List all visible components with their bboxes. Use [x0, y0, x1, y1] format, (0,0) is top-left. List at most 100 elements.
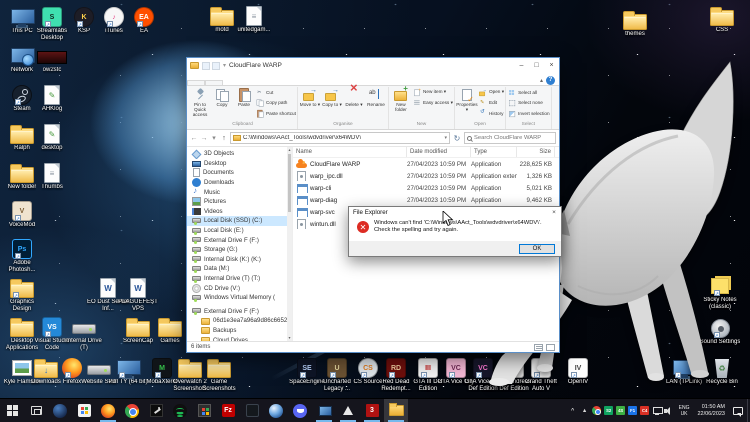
nav-videos[interactable]: Videos	[187, 207, 287, 217]
nav-local-disk-c[interactable]: Local Disk (SSD) (C:)	[187, 216, 287, 226]
ribbon-small-button[interactable]: Cut	[256, 87, 296, 98]
maximize-button[interactable]: □	[529, 58, 544, 73]
icon-graphics-design[interactable]: ↗ Graphics Design	[0, 274, 44, 312]
icon-photoshop[interactable]: Ps ↗ Adobe Photosh...	[0, 235, 44, 273]
column-header-name[interactable]: Name	[293, 147, 407, 157]
quick-access-toolbar-button-1[interactable]	[202, 62, 210, 70]
search-input[interactable]	[474, 135, 553, 141]
quick-access-dropdown-icon[interactable]: ▾	[223, 62, 226, 69]
nav-local-disk-e[interactable]: Local Disk (E:)	[187, 226, 287, 236]
tray-volume[interactable]	[663, 406, 675, 415]
ribbon-small-button[interactable]: History	[479, 108, 504, 119]
scroll-up-icon[interactable]: ▴	[288, 147, 290, 153]
ribbon-button[interactable]: Move to ▾	[299, 87, 321, 107]
icon-ea[interactable]: EA ↗ EA	[122, 3, 166, 35]
pinned-spotify[interactable]	[168, 399, 192, 422]
file-warp-cli[interactable]: warp-cli 27/04/2023 10:59 PM Application…	[293, 182, 559, 194]
pinned-app-photos[interactable]	[192, 399, 216, 422]
title-bar[interactable]: ▾ CloudFlare WARP – □ ×	[187, 58, 559, 73]
pinned-app-sphere[interactable]	[264, 399, 288, 422]
ribbon-button[interactable]: New folder	[390, 87, 412, 112]
ribbon-tab[interactable]	[223, 81, 239, 85]
icon-ahklog[interactable]: ✎ ↗ AHKlog	[30, 81, 74, 113]
pinned-app-satellite[interactable]	[144, 399, 168, 422]
ribbon-tab[interactable]	[187, 80, 205, 85]
thumbnail-view-button[interactable]	[546, 344, 555, 351]
scrollbar-thumb[interactable]	[288, 154, 291, 212]
refresh-button[interactable]: ↻	[452, 134, 462, 143]
forward-button[interactable]: →	[200, 135, 208, 142]
ribbon-small-button[interactable]: Edit	[479, 98, 504, 109]
dialog-close-button[interactable]: ×	[547, 207, 561, 218]
ribbon-tab[interactable]	[239, 81, 255, 85]
taskbar-clock[interactable]: 01:50 AM 22/06/2023	[693, 399, 729, 422]
icon-recycle-bin[interactable]: ♻ ↗ Recycle Bin	[700, 354, 744, 386]
running-app-triangle[interactable]	[336, 399, 360, 422]
icon-game-screenshots[interactable]: ↗ Game Screenshots	[197, 354, 241, 392]
icon-unitedgam[interactable]: ≡ ↗ unitedgam...	[232, 2, 276, 34]
tray-app-triangle[interactable]: ▲	[579, 406, 591, 415]
file-warp-diag[interactable]: warp-diag 27/04/2023 10:59 PM Applicatio…	[293, 194, 559, 206]
tray-chevron[interactable]: ^	[567, 406, 579, 415]
language-indicator[interactable]: ENG UK	[675, 399, 694, 422]
nav-storage-g[interactable]: Storage (G:)	[187, 245, 287, 255]
ribbon-button[interactable]: Properties ▾	[456, 87, 478, 112]
icon-voicemod[interactable]: V ↗ VoiceMod	[0, 197, 44, 229]
pinned-app-swoosh[interactable]	[48, 399, 72, 422]
nav-cd-v[interactable]: CD Drive (V:)	[187, 283, 287, 293]
icon-plaguefest-doc[interactable]: W ↗ PLAGUEFEST VPS	[116, 274, 160, 312]
column-header-type[interactable]: Type	[471, 147, 517, 157]
minimize-button[interactable]: –	[514, 58, 529, 73]
ribbon-small-button[interactable]: Select all	[508, 87, 550, 98]
action-center-button[interactable]	[729, 399, 747, 422]
nav-backups[interactable]: Backups	[187, 326, 287, 336]
ribbon-small-button[interactable]: Paste shortcut	[256, 108, 296, 119]
tray-app-blue[interactable]: F1	[627, 406, 639, 415]
ribbon-button[interactable]: Copy to ▾	[321, 87, 343, 107]
close-button[interactable]: ×	[544, 58, 559, 73]
nav-music[interactable]: Music	[187, 187, 287, 197]
icon-css[interactable]: ↗ CSS	[700, 2, 744, 34]
icon-desktop-script[interactable]: ✎ ↗ desktop	[30, 120, 74, 152]
ribbon-small-button[interactable]: Easy access ▾	[413, 98, 453, 109]
start-button[interactable]	[0, 399, 24, 422]
ribbon-button[interactable]: Delete ▾	[343, 87, 365, 107]
nav-documents[interactable]: Documents	[187, 168, 287, 178]
tray-app-red[interactable]: C4	[639, 406, 651, 415]
file-warp-ipc-dll[interactable]: warp_ipc.dll 27/04/2023 10:59 PM Applica…	[293, 170, 559, 182]
nav-external-f[interactable]: External Drive F (F:)	[187, 235, 287, 245]
nav-pictures[interactable]: Pictures	[187, 197, 287, 207]
pinned-filezilla[interactable]: Fz	[216, 399, 240, 422]
column-header-date-modified[interactable]: Date modified	[407, 147, 471, 157]
file-cloudflare-warp[interactable]: CloudFlare WARP 27/04/2023 10:59 PM Appl…	[293, 158, 559, 170]
tray-app-green-1[interactable]: S2	[603, 406, 615, 415]
ribbon-button[interactable]: Rename	[365, 87, 387, 107]
pinned-chrome[interactable]	[120, 399, 144, 422]
nav-desktop[interactable]: Desktop	[187, 159, 287, 169]
nav-cloud-drives[interactable]: Cloud Drives	[187, 335, 287, 341]
nav-3d-objects[interactable]: 3D Objects	[187, 149, 287, 159]
running-file-explorer[interactable]	[384, 399, 408, 422]
search-box[interactable]	[464, 132, 556, 144]
icon-sound-settings[interactable]: ↗ Sound Settings	[698, 314, 742, 346]
icon-sticky-notes[interactable]: ↗ Sticky Notes (classic)	[698, 272, 742, 310]
back-button[interactable]: ←	[190, 135, 198, 142]
running-app-red3[interactable]: 3	[360, 399, 384, 422]
running-app-putty[interactable]	[312, 399, 336, 422]
address-bar[interactable]: C:\Windows\AAct_Tools\wdvdriver\x64WDV\ …	[230, 132, 450, 144]
icon-openiv[interactable]: IV ↗ OpenIV	[556, 354, 600, 386]
nav-data-m[interactable]: Data (M:)	[187, 264, 287, 274]
nav-external-f-2[interactable]: External Drive F (F:)	[187, 307, 287, 317]
nav-internal-t[interactable]: Internal Drive (T) (T:)	[187, 274, 287, 284]
help-icon[interactable]: ?	[546, 76, 555, 85]
taskbar-empty-area[interactable]	[408, 399, 567, 422]
details-view-button[interactable]	[534, 344, 543, 351]
quick-access-toolbar-button-2[interactable]	[212, 62, 220, 70]
ribbon-small-button[interactable]: Invert selection	[508, 108, 550, 119]
dialog-title-bar[interactable]: File Explorer ×	[349, 207, 561, 218]
ok-button[interactable]: OK	[519, 244, 555, 254]
ribbon-small-button[interactable]: Copy path	[256, 98, 296, 109]
ribbon-button[interactable]: Copy	[211, 87, 233, 117]
nav-downloads[interactable]: Downloads	[187, 178, 287, 188]
up-button[interactable]: ↑	[220, 135, 228, 142]
